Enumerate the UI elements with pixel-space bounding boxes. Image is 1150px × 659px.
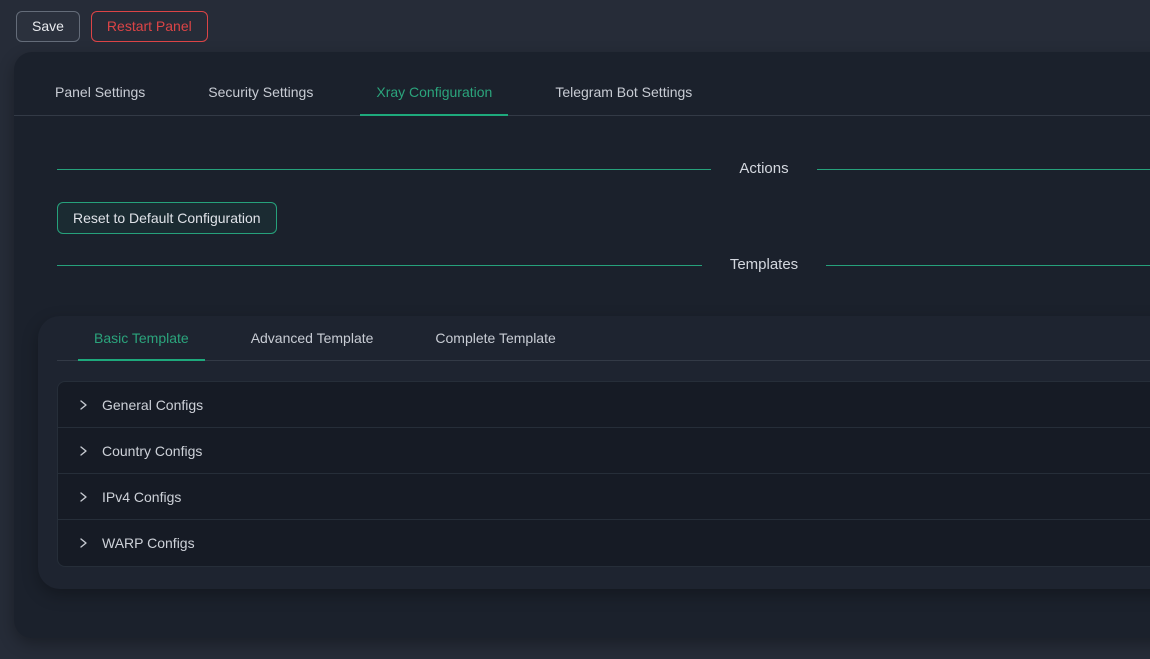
tab-complete-template[interactable]: Complete Template bbox=[419, 316, 571, 360]
actions-divider: Actions bbox=[57, 158, 1150, 180]
app-window: Save Restart Panel Panel Settings Securi… bbox=[0, 0, 1150, 638]
accordion-row-ipv4-configs[interactable]: IPv4 Configs bbox=[58, 474, 1150, 520]
configs-accordion: General Configs Country Configs bbox=[57, 381, 1150, 567]
templates-card: Basic Template Advanced Template Complet… bbox=[38, 316, 1150, 589]
accordion-row-label: WARP Configs bbox=[102, 535, 195, 551]
accordion-row-label: IPv4 Configs bbox=[102, 489, 181, 505]
xray-configuration-panel: Actions Reset to Default Configuration T… bbox=[14, 158, 1150, 589]
tab-panel-settings[interactable]: Panel Settings bbox=[39, 68, 161, 115]
accordion-row-warp-configs[interactable]: WARP Configs bbox=[58, 520, 1150, 566]
settings-card: Panel Settings Security Settings Xray Co… bbox=[14, 52, 1150, 638]
reset-to-default-button[interactable]: Reset to Default Configuration bbox=[57, 202, 277, 234]
settings-tabs: Panel Settings Security Settings Xray Co… bbox=[14, 68, 1150, 116]
tab-security-settings[interactable]: Security Settings bbox=[192, 68, 329, 115]
actions-divider-title: Actions bbox=[711, 158, 816, 180]
top-action-bar: Save Restart Panel bbox=[0, 0, 1150, 52]
templates-divider-title: Templates bbox=[702, 254, 826, 276]
chevron-right-icon bbox=[76, 490, 90, 504]
tab-xray-configuration[interactable]: Xray Configuration bbox=[360, 68, 508, 115]
save-button[interactable]: Save bbox=[16, 11, 80, 42]
accordion-row-label: Country Configs bbox=[102, 443, 202, 459]
tab-basic-template[interactable]: Basic Template bbox=[78, 316, 205, 360]
accordion-row-label: General Configs bbox=[102, 397, 203, 413]
tab-telegram-bot-settings[interactable]: Telegram Bot Settings bbox=[539, 68, 708, 115]
actions-section: Actions Reset to Default Configuration T… bbox=[57, 158, 1150, 276]
tab-advanced-template[interactable]: Advanced Template bbox=[235, 316, 390, 360]
accordion-row-country-configs[interactable]: Country Configs bbox=[58, 428, 1150, 474]
viewport: Save Restart Panel Panel Settings Securi… bbox=[0, 0, 1150, 659]
accordion-row-general-configs[interactable]: General Configs bbox=[58, 382, 1150, 428]
chevron-right-icon bbox=[76, 444, 90, 458]
restart-panel-button[interactable]: Restart Panel bbox=[91, 11, 208, 42]
templates-divider: Templates bbox=[57, 254, 1150, 276]
chevron-right-icon bbox=[76, 536, 90, 550]
chevron-right-icon bbox=[76, 398, 90, 412]
template-tabs: Basic Template Advanced Template Complet… bbox=[57, 316, 1150, 361]
